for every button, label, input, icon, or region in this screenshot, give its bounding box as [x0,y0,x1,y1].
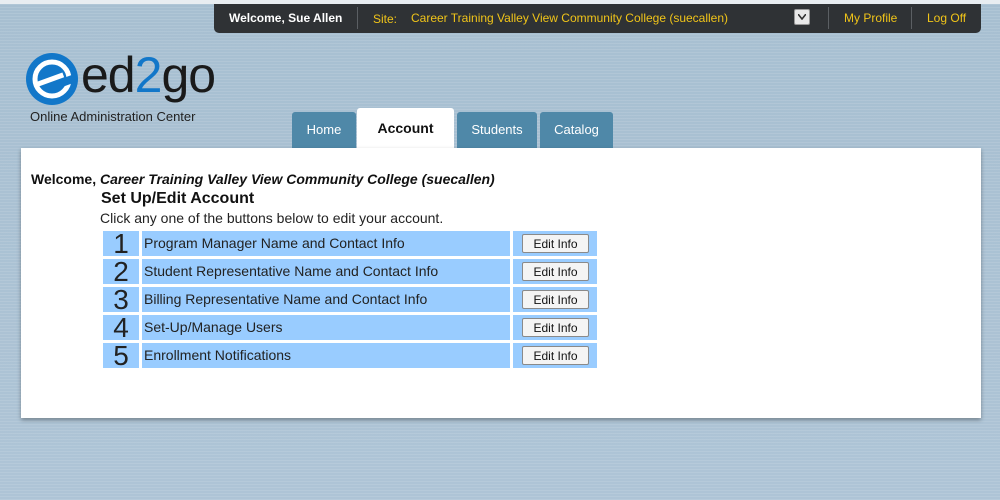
divider [911,7,912,29]
item-label: Set-Up/Manage Users [142,315,510,340]
step-number: 3 [103,286,139,314]
item-label: Student Representative Name and Contact … [142,259,510,284]
edit-info-button[interactable]: Edit Info [522,346,589,365]
divider [828,7,829,29]
item-label: Program Manager Name and Contact Info [142,231,510,256]
tab-account[interactable]: Account [357,108,454,148]
item-label: Billing Representative Name and Contact … [142,287,510,312]
college-name: Career Training Valley View Community Co… [100,171,495,187]
account-panel: Welcome, Career Training Valley View Com… [21,148,981,418]
site-select[interactable]: Career Training Valley View Community Co… [407,9,811,28]
step-number: 4 [103,314,139,342]
edit-info-button[interactable]: Edit Info [522,318,589,337]
step-number: 5 [103,342,139,370]
divider [357,7,358,29]
tab-catalog[interactable]: Catalog [540,112,613,148]
ed2go-logo-icon [26,53,78,105]
page-description: Click any one of the buttons below to ed… [100,210,444,226]
edit-info-button[interactable]: Edit Info [522,290,589,309]
my-profile-link[interactable]: My Profile [844,11,897,25]
step-number: 1 [103,230,139,258]
logo-subtitle: Online Administration Center [30,109,196,124]
log-off-link[interactable]: Log Off [927,11,966,25]
tab-home[interactable]: Home [292,112,356,148]
welcome-college: Welcome, Career Training Valley View Com… [31,171,495,187]
edit-info-button[interactable]: Edit Info [522,234,589,253]
edit-info-button[interactable]: Edit Info [522,262,589,281]
welcome-user: Welcome, Sue Allen [229,11,343,25]
account-bar: Welcome, Sue Allen Site: Career Training… [214,4,981,33]
site-label: Site: [373,12,398,26]
tab-students[interactable]: Students [457,112,537,148]
step-number: 2 [103,258,139,286]
page-title: Set Up/Edit Account [101,190,255,207]
chevron-down-icon[interactable] [794,9,810,25]
item-label: Enrollment Notifications [142,343,510,368]
logo-wordmark: ed2go [81,47,216,103]
